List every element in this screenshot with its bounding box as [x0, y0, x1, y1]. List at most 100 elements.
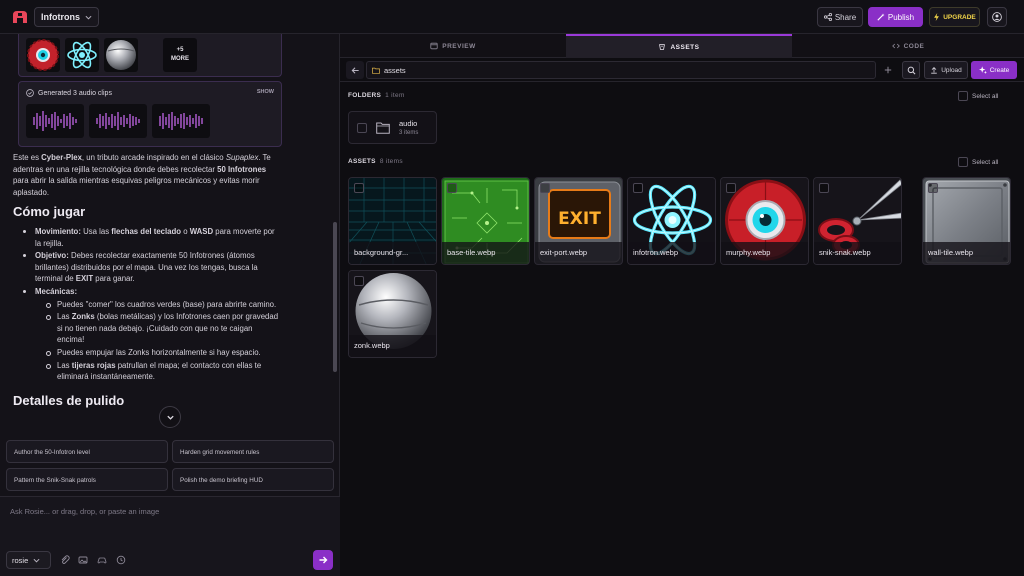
account-button[interactable] — [987, 7, 1007, 27]
select-all-label: Select all — [972, 158, 999, 166]
checkbox[interactable] — [354, 183, 364, 193]
checkbox[interactable] — [633, 183, 643, 193]
publish-button[interactable]: Publish — [868, 7, 923, 27]
exit-sign-text: EXIT — [558, 209, 601, 229]
tab-label: CODE — [903, 42, 925, 50]
checkbox[interactable] — [447, 183, 457, 193]
polish-heading: Detalles de pulido — [13, 392, 125, 408]
image-icon[interactable] — [78, 555, 88, 565]
prompt-input[interactable] — [10, 507, 310, 516]
infotron-thumbnail[interactable] — [65, 38, 99, 72]
folder-icon — [372, 67, 380, 74]
zonk-thumbnail[interactable] — [104, 38, 138, 72]
assets-count: 8 items — [379, 158, 403, 165]
asset-card-murphy[interactable]: murphy.webp — [720, 177, 809, 265]
view-tabs: PREVIEW ASSETS CODE — [340, 34, 1024, 58]
folders-count: 1 item — [385, 92, 405, 99]
asset-card-background[interactable]: background-gr... — [348, 177, 437, 265]
new-folder-button[interactable] — [879, 61, 897, 79]
search-button[interactable] — [902, 61, 920, 79]
create-label: Create — [989, 66, 1010, 74]
chevron-down-icon — [33, 558, 40, 563]
folder-name: audio — [399, 119, 418, 128]
asset-card-snik-snak[interactable]: snik-snak.webp — [813, 177, 902, 265]
history-icon[interactable] — [116, 555, 126, 565]
share-button[interactable]: Share — [817, 7, 863, 27]
suggestion-chip[interactable]: Author the 50-Infotron level — [6, 440, 168, 463]
checkbox[interactable] — [928, 183, 938, 193]
audio-clip[interactable] — [26, 104, 84, 138]
tab-code[interactable]: CODE — [792, 34, 1024, 58]
scrollbar[interactable] — [333, 222, 337, 372]
wand-icon — [877, 13, 885, 21]
upgrade-button[interactable]: UPGRADE — [929, 7, 980, 27]
generated-images-card: +5 MORE — [18, 34, 282, 77]
checkbox[interactable] — [357, 123, 367, 133]
tab-assets[interactable]: ASSETS — [566, 34, 792, 58]
list-item: Las Zonks (bolas metálicas) y los Infotr… — [13, 311, 281, 346]
arrow-left-icon — [351, 66, 359, 74]
sparkle-icon — [978, 66, 987, 74]
more-images-button[interactable]: +5 MORE — [163, 38, 197, 72]
plus-icon — [884, 66, 892, 74]
asset-card-wall-tile[interactable]: wall-tile.webp — [922, 177, 1011, 265]
checkbox[interactable] — [354, 276, 364, 286]
tab-label: ASSETS — [670, 43, 700, 51]
asset-card-base-tile[interactable]: base-tile.webp — [441, 177, 530, 265]
asset-card-infotron[interactable]: infotron.webp — [627, 177, 716, 265]
suggestion-chip[interactable]: Polish the demo briefing HUD — [172, 468, 334, 491]
game-controller-icon[interactable] — [97, 555, 107, 565]
assets-select-all[interactable]: Select all — [958, 157, 998, 167]
suggestion-chip[interactable]: Pattern the Snik-Snak patrols — [6, 468, 168, 491]
scroll-to-bottom-button[interactable] — [159, 406, 181, 428]
audio-card-title: Generated 3 audio clips — [38, 89, 112, 97]
select-all-label: Select all — [972, 92, 999, 100]
arrow-right-icon — [319, 556, 328, 564]
folder-item[interactable]: audio 3 items — [348, 111, 437, 144]
workspace-panel: PREVIEW ASSETS CODE assets Upload Create… — [340, 34, 1024, 576]
audio-clip[interactable] — [89, 104, 147, 138]
assets-toolbar: assets Upload Create — [340, 58, 1024, 82]
checkbox[interactable] — [726, 183, 736, 193]
checkbox[interactable] — [540, 183, 550, 193]
checkbox[interactable] — [958, 91, 968, 101]
list-item: Objetivo: Debes recolectar exactamente 5… — [13, 250, 281, 285]
suggestion-chip[interactable]: Harden grid movement rules — [172, 440, 334, 463]
upload-icon — [931, 67, 937, 74]
audio-clip[interactable] — [152, 104, 210, 138]
chevron-down-icon — [166, 415, 174, 420]
show-audio-button[interactable]: SHOW — [257, 89, 274, 95]
project-name: Infotrons — [41, 12, 80, 22]
folder-icon — [376, 122, 390, 134]
model-selector[interactable]: rosie — [6, 551, 51, 569]
send-button[interactable] — [313, 550, 333, 570]
asset-name: background-gr... — [349, 242, 436, 264]
asset-card-zonk[interactable]: zonk.webp — [348, 270, 437, 358]
asset-name: zonk.webp — [349, 335, 436, 357]
generated-audio-card: Generated 3 audio clips SHOW — [18, 81, 282, 147]
audio-card-header: Generated 3 audio clips — [26, 89, 112, 97]
asset-card-exit-port[interactable]: EXIT exit-port.webp — [534, 177, 623, 265]
more-count: +5 — [176, 47, 184, 53]
path-breadcrumb[interactable]: assets — [366, 61, 876, 79]
asset-name: murphy.webp — [721, 242, 808, 264]
upgrade-label: UPGRADE — [943, 13, 976, 21]
back-button[interactable] — [346, 61, 364, 79]
upload-button[interactable]: Upload — [924, 61, 968, 79]
project-selector[interactable]: Infotrons — [34, 7, 99, 27]
checkbox[interactable] — [958, 157, 968, 167]
rosie-logo-icon[interactable] — [12, 9, 28, 25]
chevron-down-icon — [85, 15, 92, 20]
chat-panel: +5 MORE Generated 3 audio clips SHOW Est… — [0, 34, 340, 576]
how-to-play-heading: Cómo jugar — [13, 204, 86, 220]
checkbox[interactable] — [819, 183, 829, 193]
path-text: assets — [384, 65, 406, 75]
search-icon — [907, 66, 915, 74]
folders-select-all[interactable]: Select all — [958, 91, 998, 101]
paperclip-icon[interactable] — [60, 555, 70, 565]
murphy-thumbnail[interactable] — [26, 38, 60, 72]
check-circle-icon — [26, 89, 34, 97]
create-button[interactable]: Create — [971, 61, 1017, 79]
tab-preview[interactable]: PREVIEW — [340, 34, 566, 58]
chat-scroll-area[interactable]: +5 MORE Generated 3 audio clips SHOW Est… — [0, 34, 340, 438]
